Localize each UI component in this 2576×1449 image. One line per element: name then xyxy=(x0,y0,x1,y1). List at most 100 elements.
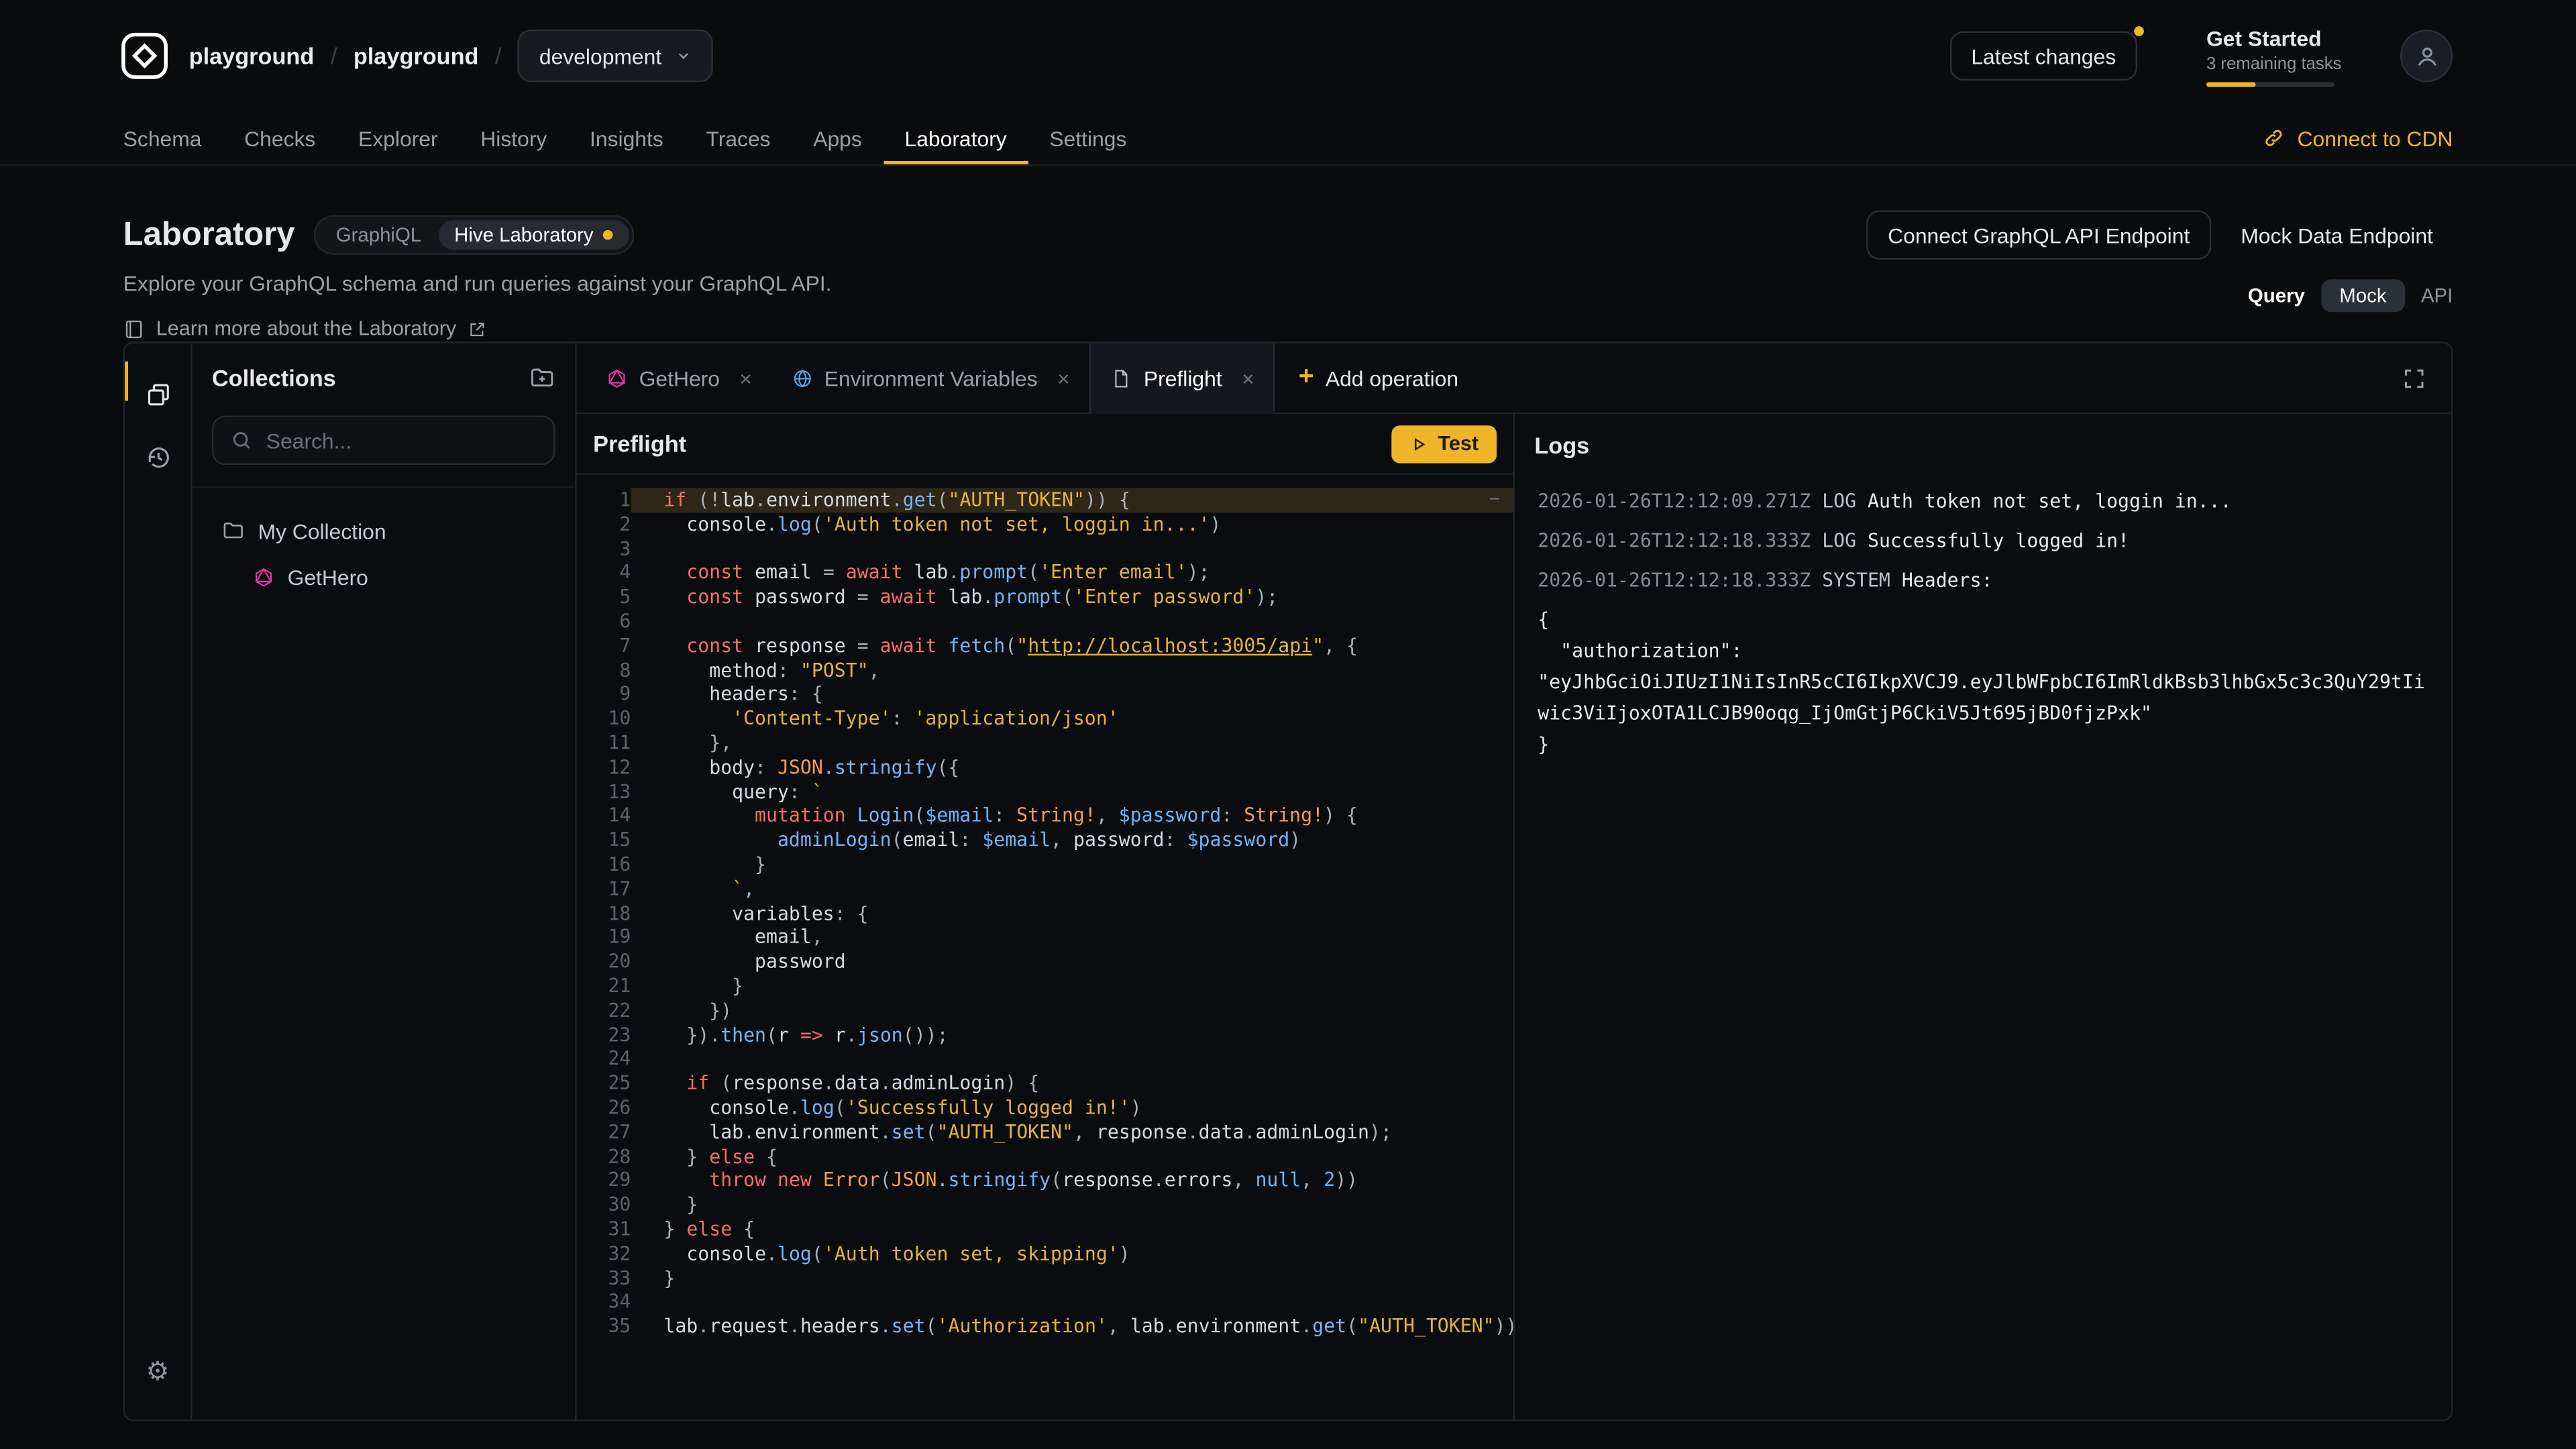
code-line-14[interactable]: 14 mutation Login($email: String!, $pass… xyxy=(577,804,1513,828)
code-line-6[interactable]: 6 xyxy=(577,610,1513,634)
code-line-content: email, xyxy=(631,926,1513,950)
code-line-7[interactable]: 7 const response = await fetch("http://l… xyxy=(577,634,1513,658)
code-line-content: 'Content-Type': 'application/json' xyxy=(631,706,1513,731)
code-line-11[interactable]: 11 }, xyxy=(577,731,1513,755)
workspace-content: Preflight Test 1if (!lab.environment.get… xyxy=(577,414,2451,1419)
nav-tab-schema[interactable]: Schema xyxy=(102,112,223,164)
connect-graphql-endpoint-button[interactable]: Connect GraphQL API Endpoint xyxy=(1866,210,2211,259)
mode-option-mock[interactable]: Mock xyxy=(2321,279,2404,312)
code-line-5[interactable]: 5 const password = await lab.prompt('Ent… xyxy=(577,585,1513,609)
close-icon[interactable]: × xyxy=(739,366,752,390)
code-line-34[interactable]: 34 xyxy=(577,1290,1513,1314)
test-button[interactable]: Test xyxy=(1392,425,1497,462)
code-line-29[interactable]: 29 throw new Error(JSON.stringify(respon… xyxy=(577,1169,1513,1193)
collections-search xyxy=(212,416,555,465)
code-line-24[interactable]: 24 xyxy=(577,1047,1513,1071)
code-line-2[interactable]: 2 console.log('Auth token not set, loggi… xyxy=(577,513,1513,537)
code-line-21[interactable]: 21 } xyxy=(577,974,1513,998)
code-line-27[interactable]: 27 lab.environment.set("AUTH_TOKEN", res… xyxy=(577,1120,1513,1144)
code-line-8[interactable]: 8 method: "POST", xyxy=(577,658,1513,682)
code-line-32[interactable]: 32 console.log('Auth token set, skipping… xyxy=(577,1242,1513,1266)
toggle-hive-laboratory[interactable]: Hive Laboratory xyxy=(438,220,630,250)
code-line-30[interactable]: 30 } xyxy=(577,1193,1513,1217)
collections-header: Collections xyxy=(193,343,576,413)
log-entry: 2026-01-26T12:12:18.333Z SYSTEM Headers: xyxy=(1538,565,2428,596)
hive-logo-icon[interactable] xyxy=(120,32,169,80)
code-editor[interactable]: 1if (!lab.environment.get("AUTH_TOKEN"))… xyxy=(577,475,1513,1419)
toggle-graphiql[interactable]: GraphiQL xyxy=(319,223,437,246)
code-line-17[interactable]: 17 `, xyxy=(577,877,1513,901)
code-line-content: const email = await lab.prompt('Enter em… xyxy=(631,561,1513,585)
mode-option-api[interactable]: API xyxy=(2421,284,2453,307)
learn-more-link[interactable]: Learn more about the Laboratory xyxy=(123,317,2453,340)
new-collection-icon[interactable] xyxy=(529,365,555,391)
nav-tab-laboratory[interactable]: Laboratory xyxy=(883,112,1028,164)
code-line-23[interactable]: 23 }).then(r => r.json()); xyxy=(577,1023,1513,1047)
code-line-35[interactable]: 35lab.request.headers.set('Authorization… xyxy=(577,1314,1513,1338)
collections-rail-button[interactable] xyxy=(124,363,191,425)
side-icon-rail: ⚙ xyxy=(125,343,192,1419)
code-line-13[interactable]: 13 query: ` xyxy=(577,780,1513,804)
active-rail-marker xyxy=(125,362,128,401)
log-entry: 2026-01-26T12:12:18.333Z LOG Successfull… xyxy=(1538,526,2428,557)
log-entry: { xyxy=(1538,604,2428,636)
search-input[interactable] xyxy=(266,428,537,453)
top-bar: playground / playground / development La… xyxy=(0,0,2576,112)
line-number: 24 xyxy=(577,1047,631,1071)
code-line-16[interactable]: 16 } xyxy=(577,853,1513,877)
nav-tab-checks[interactable]: Checks xyxy=(223,112,337,164)
primary-nav: SchemaChecksExplorerHistoryInsightsTrace… xyxy=(0,112,2576,166)
code-line-4[interactable]: 4 const email = await lab.prompt('Enter … xyxy=(577,561,1513,585)
target-selector[interactable]: development xyxy=(518,30,712,82)
mock-data-endpoint-button[interactable]: Mock Data Endpoint xyxy=(2221,210,2453,259)
code-line-31[interactable]: 31} else { xyxy=(577,1217,1513,1241)
collections-panel: Collections xyxy=(193,343,577,1419)
code-line-28[interactable]: 28 } else { xyxy=(577,1144,1513,1169)
code-line-22[interactable]: 22 }) xyxy=(577,998,1513,1022)
breadcrumb-separator: / xyxy=(331,43,337,69)
close-icon[interactable]: × xyxy=(1242,366,1254,391)
fold-indicator[interactable]: − xyxy=(1489,488,1500,512)
history-rail-button[interactable] xyxy=(124,425,191,488)
code-line-26[interactable]: 26 console.log('Successfully logged in!'… xyxy=(577,1095,1513,1120)
tab-environment-variables[interactable]: Environment Variables × xyxy=(771,343,1089,413)
hive-laboratory-app: playground / playground / development La… xyxy=(0,0,2576,1449)
nav-tab-explorer[interactable]: Explorer xyxy=(337,112,459,164)
tab-gethero[interactable]: GetHero × xyxy=(586,343,771,413)
collection-item-gethero[interactable]: GetHero xyxy=(193,553,576,600)
file-icon xyxy=(1111,368,1132,390)
breadcrumb-project[interactable]: playground xyxy=(354,43,479,69)
code-line-12[interactable]: 12 body: JSON.stringify({ xyxy=(577,755,1513,780)
close-icon[interactable]: × xyxy=(1057,366,1070,390)
nav-tab-settings[interactable]: Settings xyxy=(1028,112,1148,164)
collection-folder-my-collection[interactable]: My Collection xyxy=(193,508,576,554)
log-entry: } xyxy=(1538,729,2428,761)
connect-to-cdn-link[interactable]: Connect to CDN xyxy=(2263,112,2453,164)
nav-tab-apps[interactable]: Apps xyxy=(792,112,883,164)
line-number: 35 xyxy=(577,1314,631,1338)
breadcrumb-org[interactable]: playground xyxy=(189,43,315,69)
code-line-1[interactable]: 1if (!lab.environment.get("AUTH_TOKEN"))… xyxy=(577,488,1513,512)
tab-preflight[interactable]: Preflight × xyxy=(1089,343,1275,414)
code-line-33[interactable]: 33} xyxy=(577,1266,1513,1290)
code-line-10[interactable]: 10 'Content-Type': 'application/json' xyxy=(577,706,1513,731)
code-line-content: } xyxy=(631,1266,1513,1290)
code-line-15[interactable]: 15 adminLogin(email: $email, password: $… xyxy=(577,828,1513,853)
code-line-20[interactable]: 20 password xyxy=(577,950,1513,974)
nav-tab-insights[interactable]: Insights xyxy=(568,112,684,164)
code-line-19[interactable]: 19 email, xyxy=(577,926,1513,950)
latest-changes-button[interactable]: Latest changes xyxy=(1949,32,2137,80)
code-line-3[interactable]: 3 xyxy=(577,537,1513,561)
fullscreen-button[interactable] xyxy=(2375,343,2451,413)
user-avatar[interactable] xyxy=(2400,30,2453,82)
code-line-18[interactable]: 18 variables: { xyxy=(577,901,1513,925)
settings-rail-button[interactable]: ⚙ xyxy=(124,1340,191,1403)
code-line-25[interactable]: 25 if (response.data.adminLogin) { xyxy=(577,1071,1513,1095)
add-operation-button[interactable]: + Add operation xyxy=(1276,343,1482,413)
operation-tabs-bar: GetHero × Environment Variables × xyxy=(577,343,2451,414)
code-line-9[interactable]: 9 headers: { xyxy=(577,682,1513,706)
nav-tab-history[interactable]: History xyxy=(459,112,568,164)
nav-tab-traces[interactable]: Traces xyxy=(685,112,792,164)
code-line-content: variables: { xyxy=(631,901,1513,925)
get-started-widget[interactable]: Get Started 3 remaining tasks xyxy=(2206,25,2334,87)
